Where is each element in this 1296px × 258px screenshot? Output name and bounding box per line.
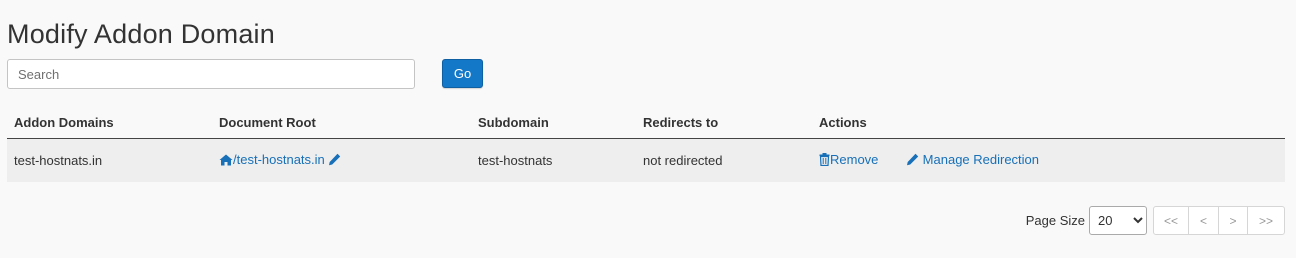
last-page-button[interactable]: >> [1247, 206, 1285, 235]
table-header-row: Addon Domains Document Root Subdomain Re… [7, 108, 1285, 139]
actions-cell: Remove Manage Redirection [812, 138, 1285, 182]
addon-domain-cell: test-hostnats.in [7, 138, 212, 182]
search-input[interactable] [7, 59, 415, 89]
manage-redirection-label: Manage Redirection [922, 151, 1040, 167]
page-size-select[interactable]: 20 [1089, 206, 1147, 235]
manage-redirection-button[interactable]: Manage Redirection [906, 152, 1039, 167]
pencil-icon [906, 153, 919, 169]
home-icon [219, 154, 233, 169]
subdomain-cell: test-hostnats [471, 138, 636, 182]
page-title: Modify Addon Domain [7, 19, 275, 49]
go-button[interactable]: Go [442, 59, 483, 88]
document-root-cell: /test-hostnats.in [212, 138, 471, 182]
pagination: Page Size 20 << < > >> [1026, 206, 1285, 235]
remove-button[interactable]: Remove [819, 152, 882, 167]
first-page-button[interactable]: << [1153, 206, 1189, 235]
column-header-subdomain[interactable]: Subdomain [471, 108, 636, 139]
column-header-document-root[interactable]: Document Root [212, 108, 471, 139]
column-header-actions: Actions [812, 108, 1285, 139]
page: Modify Addon Domain Go Addon Domains Doc… [0, 0, 1296, 258]
previous-page-button[interactable]: < [1188, 206, 1219, 235]
pagination-buttons: << < > >> [1153, 206, 1285, 235]
next-page-button[interactable]: > [1218, 206, 1248, 235]
table-row: test-hostnats.in /test-hostnats.in test-… [7, 138, 1285, 182]
redirects-to-cell: not redirected [636, 138, 812, 182]
addon-domains-table: Addon Domains Document Root Subdomain Re… [7, 108, 1285, 182]
document-root-link[interactable]: /test-hostnats.in [219, 152, 328, 167]
trash-icon [819, 152, 830, 169]
column-header-addon-domains[interactable]: Addon Domains [7, 108, 212, 139]
pencil-icon[interactable] [328, 153, 341, 169]
page-size-label: Page Size [1025, 213, 1085, 228]
remove-label: Remove [830, 151, 879, 167]
document-root-text: /test-hostnats.in [233, 151, 325, 167]
column-header-redirects-to[interactable]: Redirects to [636, 108, 812, 139]
